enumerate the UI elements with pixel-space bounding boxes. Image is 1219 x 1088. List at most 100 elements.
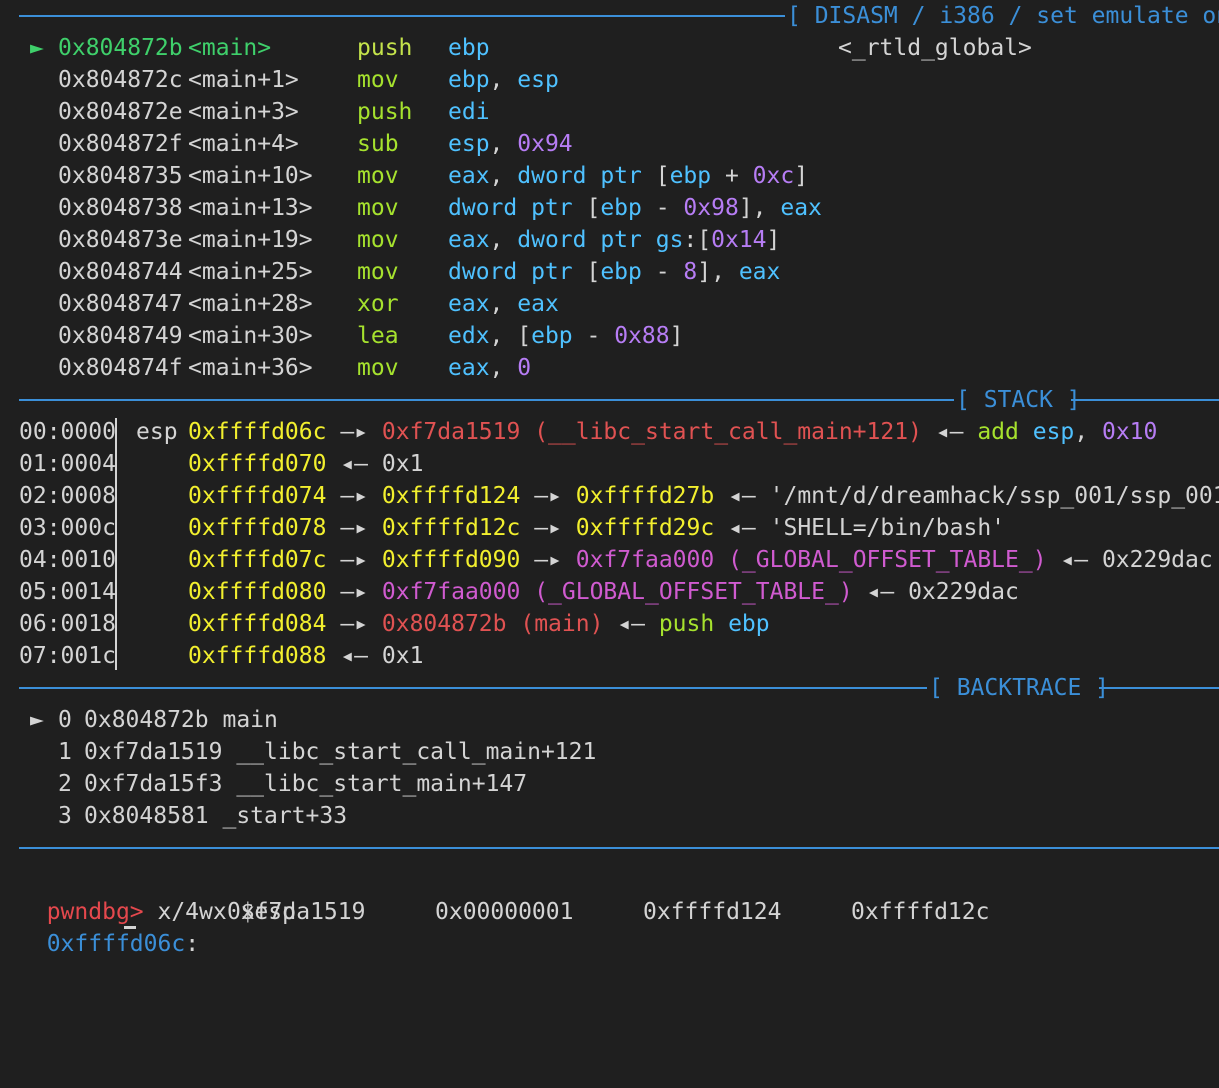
- instruction-symbol: <main+30>: [188, 323, 313, 349]
- disasm-row[interactable]: 0x8048749 <main+30> lea edx, [ebp - 0x88]: [0, 320, 820, 352]
- disasm-row[interactable]: ► 0x804872b <main> push ebp: [0, 32, 820, 64]
- operand: ,: [489, 131, 518, 157]
- operand: ebp: [448, 67, 490, 93]
- backtrace-frame[interactable]: 2 0xf7da15f3 __libc_start_main+147: [0, 768, 600, 800]
- instruction-symbol: <main+3>: [188, 99, 299, 125]
- operand: 0x14: [711, 227, 767, 253]
- instruction-mnemonic: mov: [357, 67, 399, 93]
- disasm-row[interactable]: 0x8048735 <main+10> mov eax, dword ptr [ebp…: [0, 160, 820, 192]
- stack-row[interactable]: 07:001c 0xffffd088 ◂— 0x1: [0, 640, 1219, 672]
- operand: [: [572, 259, 601, 285]
- operand: eax: [517, 291, 559, 317]
- backtrace-frame[interactable]: ► 0 0x804872b main: [0, 704, 600, 736]
- operand: ]: [794, 163, 809, 189]
- stack-part: —▸: [326, 419, 382, 445]
- instruction-address: 0x8048747: [58, 291, 183, 317]
- instruction-address: 0x8048735: [58, 163, 183, 189]
- stack-part: —▸: [520, 515, 576, 541]
- instruction-symbol: <main>: [188, 35, 272, 61]
- stack-row[interactable]: 00:0000 esp 0xffffd06c —▸ 0xf7da1519 (__li…: [0, 416, 1219, 448]
- stack-part: 0xffffd078: [188, 515, 327, 541]
- stack-part: —▸: [520, 483, 576, 509]
- stack-offset: 06:0018: [19, 611, 116, 637]
- operand: ,: [489, 227, 518, 253]
- operand: ,: [489, 163, 518, 189]
- stack-part: 0xffffd29c: [575, 515, 715, 541]
- stack-offset: 01:0004: [19, 451, 116, 477]
- stack-part: 0xffffd27b: [575, 483, 715, 509]
- stack-row[interactable]: 05:0014 0xffffd080 —▸ 0xf7faa000 (_GLOBAL…: [0, 576, 1219, 608]
- frame-text: 0x8048581 _start+33: [84, 803, 348, 829]
- frame-number: 2: [58, 771, 72, 797]
- instruction-mnemonic: mov: [357, 259, 399, 285]
- stack-part: ◂— 0x1: [326, 451, 424, 477]
- stack-row[interactable]: 03:000c 0xffffd078 —▸ 0xffffd12c —▸ 0xfff…: [0, 512, 1219, 544]
- stack-register: esp: [136, 419, 178, 445]
- stack-part: add: [977, 419, 1019, 445]
- stack-offset: 07:001c: [19, 643, 116, 669]
- terminal-cursor[interactable]: [124, 926, 136, 929]
- instruction-symbol: <main+10>: [188, 163, 313, 189]
- memory-value: 0xffffd12c: [851, 899, 990, 925]
- stack-part: —▸: [326, 579, 382, 605]
- stack-row[interactable]: 02:0008 0xffffd074 —▸ 0xffffd124 —▸ 0xfff…: [0, 480, 1219, 512]
- instruction-address: 0x8048749: [58, 323, 183, 349]
- stack-part: [714, 611, 728, 637]
- instruction-operands: eax, dword ptr [ebp + 0xc]: [448, 160, 808, 192]
- disasm-row[interactable]: 0x8048747 <main+28> xor eax, eax: [0, 288, 820, 320]
- instruction-mnemonic: lea: [357, 323, 399, 349]
- instruction-operands: eax, dword ptr gs:[0x14]: [448, 224, 780, 256]
- instruction-operands: edi: [448, 96, 490, 128]
- instruction-symbol: <main+25>: [188, 259, 313, 285]
- memory-value: 0x00000001: [435, 899, 574, 925]
- disasm-row[interactable]: 0x804872c <main+1> mov ebp, esp: [0, 64, 820, 96]
- frame-number: 3: [58, 803, 72, 829]
- instruction-address: 0x804872f: [58, 131, 183, 157]
- operand: eax: [448, 355, 490, 381]
- frame-text: 0x804872b main: [84, 707, 278, 733]
- stack-part: —▸: [520, 547, 576, 573]
- stack-part: 0xf7faa000 (_GLOBAL_OFFSET_TABLE_): [381, 579, 853, 605]
- disasm-row[interactable]: 0x8048744 <main+25> mov dword ptr [ebp - 8]…: [0, 256, 820, 288]
- stack-part: esp: [1032, 419, 1075, 445]
- operand: eax: [448, 163, 490, 189]
- disasm-row[interactable]: 0x804873e <main+19> mov eax, dword ptr gs:[…: [0, 224, 820, 256]
- memory-value: 0xf7da1519: [227, 899, 366, 925]
- operand: eax: [448, 227, 490, 253]
- stack-part: ,: [1074, 419, 1102, 445]
- instruction-address: 0x804873e: [58, 227, 183, 253]
- stack-part: 0xffffd090: [381, 547, 521, 573]
- memory-value: 0xffffd124: [643, 899, 782, 925]
- stack-row[interactable]: 06:0018 0xffffd084 —▸ 0x804872b (main) ◂—…: [0, 608, 1219, 640]
- disasm-annotation: <_rtld_global>: [838, 35, 1032, 61]
- backtrace-frame[interactable]: 1 0xf7da1519 __libc_start_call_main+121: [0, 736, 600, 768]
- stack-part: 0xffffd080: [188, 579, 327, 605]
- frame-number: 0: [58, 707, 72, 733]
- stack-row[interactable]: 01:0004 0xffffd070 ◂— 0x1: [0, 448, 1219, 480]
- operand: ,: [489, 291, 518, 317]
- instruction-mnemonic: push: [357, 99, 413, 125]
- stack-part: ◂— '/mnt/d/dreamhack/ssp_001/ssp_001': [714, 483, 1219, 509]
- stack-entry: 0xffffd070 ◂— 0x1: [188, 448, 423, 480]
- operand: ,: [489, 67, 518, 93]
- instruction-address: 0x804872b: [58, 35, 183, 61]
- disasm-row[interactable]: 0x804872e <main+3> push edi: [0, 96, 820, 128]
- stack-part: ◂— 0x1: [326, 643, 424, 669]
- operand: esp: [448, 131, 490, 157]
- operand: ebp: [669, 163, 712, 189]
- backtrace-frame[interactable]: 3 0x8048581 _start+33: [0, 800, 600, 832]
- backtrace-header: [ BACKTRACE ]: [929, 675, 1110, 701]
- disasm-row[interactable]: 0x804874f <main+36> mov eax, 0: [0, 352, 820, 384]
- stack-part: push: [658, 611, 715, 637]
- instruction-symbol: <main+36>: [188, 355, 313, 381]
- disasm-row[interactable]: 0x804872f <main+4> sub esp, 0x94: [0, 128, 820, 160]
- stack-row[interactable]: 04:0010 0xffffd07c —▸ 0xffffd090 —▸ 0xf7f…: [0, 544, 1219, 576]
- stack-part: 0x10: [1101, 419, 1158, 445]
- console-prompt-line[interactable]: pwndbg> x/4wx $esp: [19, 864, 296, 925]
- operand: -: [572, 323, 615, 349]
- operand: eax: [780, 195, 822, 221]
- frame-text: 0xf7da15f3 __libc_start_main+147: [84, 771, 528, 797]
- disasm-row[interactable]: 0x8048738 <main+13> mov dword ptr [ebp - 0x…: [0, 192, 822, 224]
- operand: 8: [683, 259, 698, 285]
- stack-part: ◂—: [603, 611, 659, 637]
